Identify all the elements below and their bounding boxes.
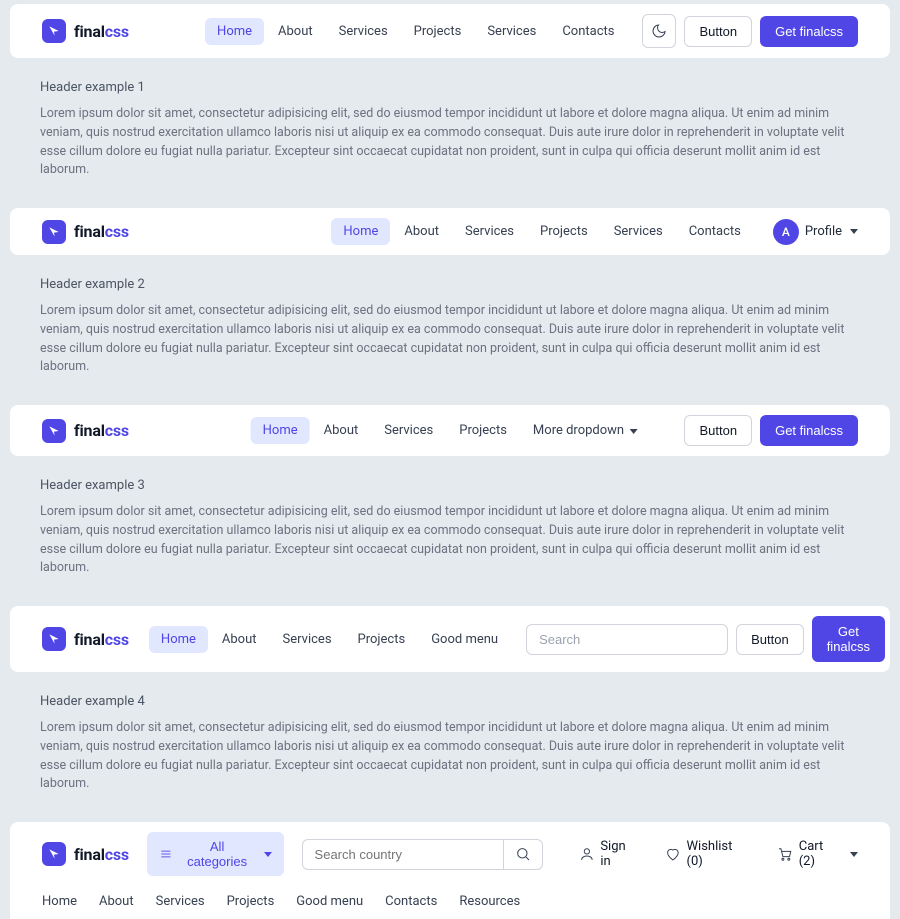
example-title: Header example 3 bbox=[40, 478, 860, 493]
cta-primary[interactable]: Get finalcss bbox=[760, 16, 858, 47]
subnav-resources[interactable]: Resources bbox=[459, 894, 520, 909]
example-title: Header example 1 bbox=[40, 80, 860, 95]
cta-primary[interactable]: Get finalcss bbox=[812, 616, 885, 662]
nav-home[interactable]: Home bbox=[251, 417, 310, 444]
menu-icon bbox=[159, 847, 173, 861]
signin-link[interactable]: Sign in bbox=[579, 839, 639, 869]
nav-services-2[interactable]: Services bbox=[602, 218, 675, 245]
search-country-input[interactable] bbox=[302, 839, 503, 870]
example-title: Header example 4 bbox=[40, 694, 860, 709]
logo-mark-icon bbox=[42, 19, 66, 43]
header-1: finalcss Home About Services Projects Se… bbox=[10, 4, 890, 58]
nav-contacts[interactable]: Contacts bbox=[550, 18, 626, 45]
logo-text: finalcss bbox=[74, 222, 129, 241]
header-3: finalcss Home About Services Projects Mo… bbox=[10, 405, 890, 456]
example-title: Header example 2 bbox=[40, 277, 860, 292]
logo-text: finalcss bbox=[74, 22, 129, 41]
nav-contacts[interactable]: Contacts bbox=[677, 218, 753, 245]
nav-4: Home About Services Projects Good menu bbox=[149, 626, 510, 653]
logo-mark-icon bbox=[42, 842, 66, 866]
profile-label: Profile bbox=[805, 224, 842, 239]
example-body: Lorem ipsum dolor sit amet, consectetur … bbox=[40, 105, 860, 180]
nav-about[interactable]: About bbox=[266, 18, 325, 45]
subnav-services[interactable]: Services bbox=[156, 894, 205, 909]
subnav-good-menu[interactable]: Good menu bbox=[296, 894, 363, 909]
nav-services-2[interactable]: Services bbox=[475, 18, 548, 45]
nav-services[interactable]: Services bbox=[327, 18, 400, 45]
profile-dropdown[interactable]: A Profile bbox=[773, 219, 858, 245]
heart-icon bbox=[665, 846, 681, 862]
search-icon bbox=[515, 846, 531, 862]
avatar: A bbox=[773, 219, 799, 245]
nav-more-dropdown[interactable]: More dropdown bbox=[521, 417, 649, 444]
example-body: Lorem ipsum dolor sit amet, consectetur … bbox=[40, 719, 860, 794]
cart-link[interactable]: Cart (2) bbox=[777, 839, 858, 869]
logo[interactable]: finalcss bbox=[42, 842, 129, 866]
logo-mark-icon bbox=[42, 220, 66, 244]
user-icon bbox=[579, 846, 595, 862]
categories-dropdown[interactable]: All categories bbox=[147, 832, 284, 876]
subnav-5: Home About Services Projects Good menu C… bbox=[10, 886, 890, 919]
nav-services[interactable]: Services bbox=[271, 626, 344, 653]
nav-services[interactable]: Services bbox=[453, 218, 526, 245]
logo[interactable]: finalcss bbox=[42, 627, 129, 651]
nav-2: Home About Services Projects Services Co… bbox=[331, 218, 752, 245]
logo-text: finalcss bbox=[74, 421, 129, 440]
logo-mark-icon bbox=[42, 627, 66, 651]
nav-3: Home About Services Projects More dropdo… bbox=[251, 417, 650, 444]
subnav-home[interactable]: Home bbox=[42, 894, 77, 909]
nav-about[interactable]: About bbox=[392, 218, 451, 245]
nav-good-menu[interactable]: Good menu bbox=[419, 626, 510, 653]
button-generic[interactable]: Button bbox=[736, 624, 804, 655]
chevron-down-icon bbox=[850, 229, 858, 234]
search-input[interactable] bbox=[526, 624, 728, 655]
chevron-down-icon bbox=[264, 852, 272, 857]
logo-text: finalcss bbox=[74, 845, 129, 864]
example-body: Lorem ipsum dolor sit amet, consectetur … bbox=[40, 302, 860, 377]
header-2: finalcss Home About Services Projects Se… bbox=[10, 208, 890, 255]
example-block-2: Header example 2 Lorem ipsum dolor sit a… bbox=[0, 255, 900, 405]
subnav-projects[interactable]: Projects bbox=[227, 894, 275, 909]
logo[interactable]: finalcss bbox=[42, 19, 129, 43]
subnav-contacts[interactable]: Contacts bbox=[385, 894, 437, 909]
nav-about[interactable]: About bbox=[312, 417, 371, 444]
button-generic[interactable]: Button bbox=[684, 415, 752, 446]
example-block-4: Header example 4 Lorem ipsum dolor sit a… bbox=[0, 672, 900, 822]
chevron-down-icon bbox=[629, 429, 637, 434]
logo[interactable]: finalcss bbox=[42, 220, 129, 244]
nav-projects[interactable]: Projects bbox=[402, 18, 474, 45]
header-5: finalcss All categories Sign in Wishlist… bbox=[10, 822, 890, 886]
chevron-down-icon bbox=[850, 852, 858, 857]
search-group bbox=[302, 839, 543, 870]
nav-services[interactable]: Services bbox=[372, 417, 445, 444]
example-block-1: Header example 1 Lorem ipsum dolor sit a… bbox=[0, 58, 900, 208]
cart-icon bbox=[777, 846, 793, 862]
subnav-about[interactable]: About bbox=[99, 894, 134, 909]
search-button[interactable] bbox=[503, 839, 543, 870]
categories-label: All categories bbox=[179, 839, 256, 869]
nav-projects[interactable]: Projects bbox=[447, 417, 519, 444]
example-block-3: Header example 3 Lorem ipsum dolor sit a… bbox=[0, 456, 900, 606]
nav-1: Home About Services Projects Services Co… bbox=[205, 18, 626, 45]
logo-text: finalcss bbox=[74, 630, 129, 649]
cta-primary[interactable]: Get finalcss bbox=[760, 415, 858, 446]
moon-icon bbox=[651, 23, 667, 39]
theme-toggle[interactable] bbox=[642, 14, 676, 48]
logo[interactable]: finalcss bbox=[42, 419, 129, 443]
logo-mark-icon bbox=[42, 419, 66, 443]
nav-projects[interactable]: Projects bbox=[528, 218, 600, 245]
nav-home[interactable]: Home bbox=[205, 18, 264, 45]
wishlist-link[interactable]: Wishlist (0) bbox=[665, 839, 751, 869]
button-generic[interactable]: Button bbox=[684, 16, 752, 47]
header-4: finalcss Home About Services Projects Go… bbox=[10, 606, 890, 672]
nav-projects[interactable]: Projects bbox=[346, 626, 418, 653]
example-body: Lorem ipsum dolor sit amet, consectetur … bbox=[40, 503, 860, 578]
nav-about[interactable]: About bbox=[210, 626, 269, 653]
nav-home[interactable]: Home bbox=[331, 218, 390, 245]
nav-home[interactable]: Home bbox=[149, 626, 208, 653]
